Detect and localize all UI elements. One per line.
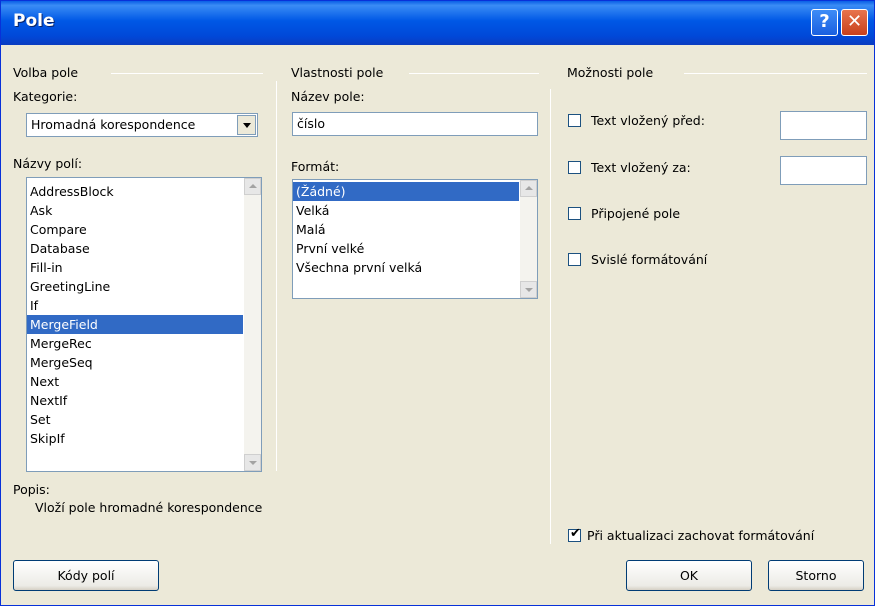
group-moznosti-heading: Možnosti pole xyxy=(567,65,654,80)
names-scroll-down[interactable] xyxy=(244,454,261,471)
preserve-format-label: Při aktualizaci zachovat formátování xyxy=(587,528,815,543)
format-item[interactable]: Všechna první velká xyxy=(293,258,519,277)
field-dialog: Pole ? ✕ Volba pole Kategorie: Hromadná … xyxy=(0,0,875,606)
format-item[interactable]: První velké xyxy=(293,239,519,258)
field-name-item[interactable]: GreetingLine xyxy=(27,277,243,296)
format-scroll-down[interactable] xyxy=(520,281,537,298)
field-name-item[interactable]: If xyxy=(27,296,243,315)
mapped-field-label: Připojené pole xyxy=(591,206,681,221)
field-name-item[interactable]: AddressBlock xyxy=(27,182,243,201)
format-scroll-up[interactable] xyxy=(520,180,537,197)
field-name-item[interactable]: Set xyxy=(27,410,243,429)
names-label: Názvy polí: xyxy=(13,156,83,171)
vertical-format-label: Svislé formátování xyxy=(591,252,708,267)
field-name-item[interactable]: Compare xyxy=(27,220,243,239)
arrow-down-icon xyxy=(525,288,533,292)
field-name-input[interactable]: číslo xyxy=(292,112,538,136)
text-after-checkbox[interactable] xyxy=(568,161,581,174)
help-icon[interactable]: ? xyxy=(811,9,838,36)
field-name-item[interactable]: MergeRec xyxy=(27,334,243,353)
field-name-item[interactable]: Ask xyxy=(27,201,243,220)
window-title: Pole xyxy=(13,11,55,31)
arrow-up-icon xyxy=(525,186,533,190)
vertical-format-checkbox[interactable] xyxy=(568,253,581,266)
category-label: Kategorie: xyxy=(13,89,78,104)
names-scroll-up[interactable] xyxy=(244,178,261,195)
arrow-down-icon xyxy=(249,461,257,465)
separator-right xyxy=(550,89,551,544)
format-item[interactable]: (Žádné) xyxy=(293,182,519,201)
text-after-input[interactable] xyxy=(780,156,867,185)
group-volba-line xyxy=(111,73,263,74)
text-before-label: Text vložený před: xyxy=(591,113,705,128)
names-scrollbar[interactable] xyxy=(244,178,261,471)
field-name-item[interactable]: MergeField xyxy=(27,315,243,334)
ok-button[interactable]: OK xyxy=(626,560,752,591)
field-names-list[interactable]: AddressBlock Ask Compare Database Fill-in Gre… xyxy=(26,177,262,472)
description-text: Vloží pole hromadné korespondence xyxy=(35,500,263,515)
field-name-item[interactable]: MergeSeq xyxy=(27,353,243,372)
format-item[interactable]: Velká xyxy=(293,201,519,220)
format-scrollbar[interactable] xyxy=(520,180,537,298)
field-codes-button[interactable]: Kódy polí xyxy=(13,560,159,591)
preserve-format-checkbox[interactable]: ✔ xyxy=(568,526,581,542)
separator-left xyxy=(276,81,277,471)
format-label: Formát: xyxy=(291,159,340,174)
group-vlastnosti-line xyxy=(409,73,539,74)
group-volba-heading: Volba pole xyxy=(13,65,79,80)
title-bar[interactable]: Pole ? ✕ xyxy=(1,1,874,45)
mapped-field-checkbox[interactable] xyxy=(568,207,581,220)
field-name-label: Název pole: xyxy=(291,89,365,104)
description-label: Popis: xyxy=(13,482,50,497)
close-icon[interactable]: ✕ xyxy=(841,9,868,36)
category-dropdown-button[interactable] xyxy=(237,115,256,135)
category-combo[interactable]: Hromadná korespondence xyxy=(26,113,258,137)
group-moznosti-line xyxy=(684,73,867,74)
field-name-item[interactable]: NextIf xyxy=(27,391,243,410)
field-name-item[interactable]: Fill-in xyxy=(27,258,243,277)
field-name-item[interactable]: Next xyxy=(27,372,243,391)
group-vlastnosti-heading: Vlastnosti pole xyxy=(291,65,384,80)
category-value: Hromadná korespondence xyxy=(31,117,196,132)
arrow-up-icon xyxy=(249,184,257,188)
chevron-down-icon xyxy=(243,123,251,128)
cancel-button[interactable]: Storno xyxy=(768,560,864,591)
checkmark-icon: ✔ xyxy=(570,526,581,541)
text-before-input[interactable] xyxy=(780,111,867,140)
field-name-item[interactable]: Database xyxy=(27,239,243,258)
field-name-item[interactable]: SkipIf xyxy=(27,429,243,448)
format-list[interactable]: (Žádné) Velká Malá První velké Všechna první… xyxy=(292,179,538,299)
text-after-label: Text vložený za: xyxy=(591,160,691,175)
format-item[interactable]: Malá xyxy=(293,220,519,239)
text-before-checkbox[interactable] xyxy=(568,114,581,127)
